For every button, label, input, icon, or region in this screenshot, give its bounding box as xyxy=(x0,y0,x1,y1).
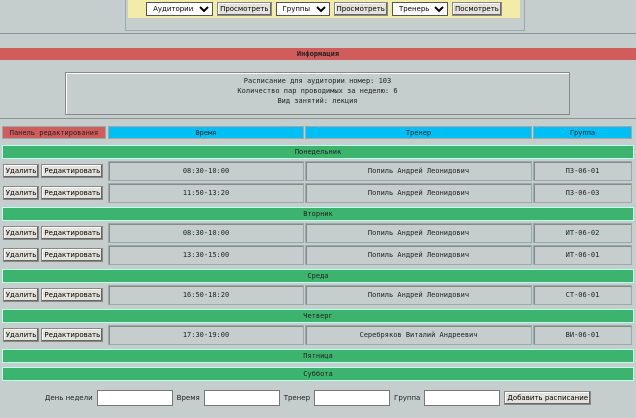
edit-panel: Удалить Редактировать xyxy=(0,285,106,305)
group-cell: ПЗ-06-03 xyxy=(533,183,632,203)
edit-button[interactable]: Редактировать xyxy=(41,288,104,302)
edit-button[interactable]: Редактировать xyxy=(41,248,104,262)
column-header: Время xyxy=(108,126,304,139)
trainer-input[interactable] xyxy=(314,390,391,406)
table-header: Панель редактирования Время Тренер Группа xyxy=(0,126,636,139)
edit-panel: Удалить Редактировать xyxy=(0,245,106,265)
time-cell: 11:50-13:20 xyxy=(108,183,304,203)
time-cell: 17:30-19:00 xyxy=(108,325,304,345)
group-cell: ПЗ-06-01 xyxy=(533,161,632,181)
group-input[interactable] xyxy=(424,390,501,406)
group-cell: ВИ-06-01 xyxy=(533,325,632,345)
time-label: Время xyxy=(176,394,200,402)
time-input[interactable] xyxy=(203,390,280,406)
time-cell: 16:50-18:20 xyxy=(108,285,304,305)
edit-button[interactable]: Редактировать xyxy=(41,328,104,342)
day-header: Среда xyxy=(2,269,634,283)
day-input[interactable] xyxy=(96,390,173,406)
table-row: Удалить Редактировать 16:50-18:20 Попиль Ан… xyxy=(0,285,636,305)
view-group-button[interactable]: Просмотреть xyxy=(333,2,388,16)
trainer-cell: Попиль Андрей Леонидович xyxy=(305,161,532,181)
info-line: Количество пар проводимых за неделю: 6 xyxy=(237,87,398,95)
day-header: Вторник xyxy=(2,207,634,221)
info-line: Расписание для аудитории номер: 103 xyxy=(243,77,392,85)
divider xyxy=(0,118,636,119)
filter-bar: Аудитории Просмотреть Группы Просмотреть… xyxy=(128,0,520,18)
delete-button[interactable]: Удалить xyxy=(2,288,40,302)
day-label: День недели xyxy=(44,394,93,402)
day-header: Понедельник xyxy=(2,145,634,159)
group-cell: ИТ-06-02 xyxy=(533,223,632,243)
time-cell: 13:30-15:00 xyxy=(108,245,304,265)
edit-button[interactable]: Редактировать xyxy=(41,164,104,178)
trainer-label: Тренер xyxy=(283,394,311,402)
trainer-cell: Попиль Андрей Леонидович xyxy=(305,285,532,305)
delete-button[interactable]: Удалить xyxy=(2,248,40,262)
view-trainer-button[interactable]: Посмотреть xyxy=(451,2,502,16)
time-cell: 08:30-10:00 xyxy=(108,161,304,181)
auditorium-select[interactable]: Аудитории xyxy=(146,2,214,16)
group-label: Группа xyxy=(394,394,421,402)
trainer-cell: Попиль Андрей Леонидович xyxy=(305,223,532,243)
table-row: Удалить Редактировать 17:30-19:00 Серебряко… xyxy=(0,325,636,345)
table-row: Удалить Редактировать 08:30-10:00 Попиль Ан… xyxy=(0,161,636,181)
trainer-cell: Попиль Андрей Леонидович xyxy=(305,183,532,203)
table-row: Удалить Редактировать 11:50-13:20 Попиль Ан… xyxy=(0,183,636,203)
add-schedule-button[interactable]: Добавить расписание xyxy=(504,391,592,405)
divider xyxy=(0,33,636,34)
delete-button[interactable]: Удалить xyxy=(2,164,40,178)
edit-panel: Удалить Редактировать xyxy=(0,161,106,181)
time-cell: 08:30-10:00 xyxy=(108,223,304,243)
trainer-cell: Попиль Андрей Леонидович xyxy=(305,245,532,265)
edit-panel: Удалить Редактировать xyxy=(0,325,106,345)
table-row: Удалить Редактировать 08:30-10:00 Попиль Ан… xyxy=(0,223,636,243)
edit-button[interactable]: Редактировать xyxy=(41,226,104,240)
column-header: Тренер xyxy=(305,126,532,139)
delete-button[interactable]: Удалить xyxy=(2,226,40,240)
table-row: Удалить Редактировать 13:30-15:00 Попиль Ан… xyxy=(0,245,636,265)
day-header: Четверг xyxy=(2,309,634,323)
info-title: Информация xyxy=(0,48,636,60)
info-line: Вид занятий: лекция xyxy=(277,97,358,105)
group-cell: ИТ-06-01 xyxy=(533,245,632,265)
delete-button[interactable]: Удалить xyxy=(2,186,40,200)
info-box: Расписание для аудитории номер: 103 Коли… xyxy=(65,72,570,115)
edit-panel: Удалить Редактировать xyxy=(0,183,106,203)
day-header: Суббота xyxy=(2,367,634,381)
edit-button[interactable]: Редактировать xyxy=(41,186,104,200)
group-select[interactable]: Группы xyxy=(275,2,330,16)
trainer-cell: Серебряков Виталий Андреевич xyxy=(305,325,532,345)
day-header: Пятница xyxy=(2,349,634,363)
add-schedule-form: День недели Время Тренер Группа Добавить… xyxy=(0,390,636,406)
group-cell: СТ-06-01 xyxy=(533,285,632,305)
trainer-select[interactable]: Тренеры xyxy=(391,2,448,16)
column-header: Панель редактирования xyxy=(2,126,106,139)
view-auditorium-button[interactable]: Просмотреть xyxy=(217,2,272,16)
edit-panel: Удалить Редактировать xyxy=(0,223,106,243)
column-header: Группа xyxy=(533,126,632,139)
delete-button[interactable]: Удалить xyxy=(2,328,40,342)
